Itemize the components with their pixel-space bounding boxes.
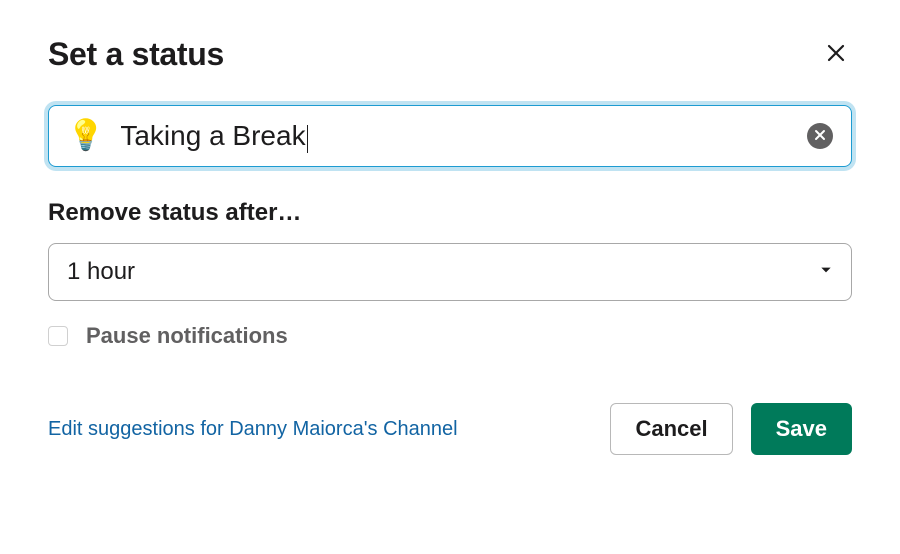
save-button[interactable]: Save [751,403,852,455]
remove-after-label: Remove status after… [48,199,852,227]
close-icon [824,41,848,68]
chevron-down-icon [819,263,833,282]
dialog-title: Set a status [48,36,224,73]
remove-after-select[interactable]: 1 hour [48,243,852,301]
remove-after-value: 1 hour [67,258,135,286]
edit-suggestions-link[interactable]: Edit suggestions for Danny Maiorca's Cha… [48,418,458,441]
pause-notifications-label: Pause notifications [86,323,288,349]
cancel-button[interactable]: Cancel [610,403,732,455]
clear-status-button[interactable] [807,123,833,149]
close-button[interactable] [820,37,852,72]
pause-notifications-checkbox[interactable] [48,326,68,346]
status-emoji-picker[interactable]: 💡 [67,121,104,151]
status-text-input[interactable]: Taking a Break [120,120,791,152]
clear-icon [814,129,826,144]
status-input-container[interactable]: 💡 Taking a Break [48,105,852,167]
